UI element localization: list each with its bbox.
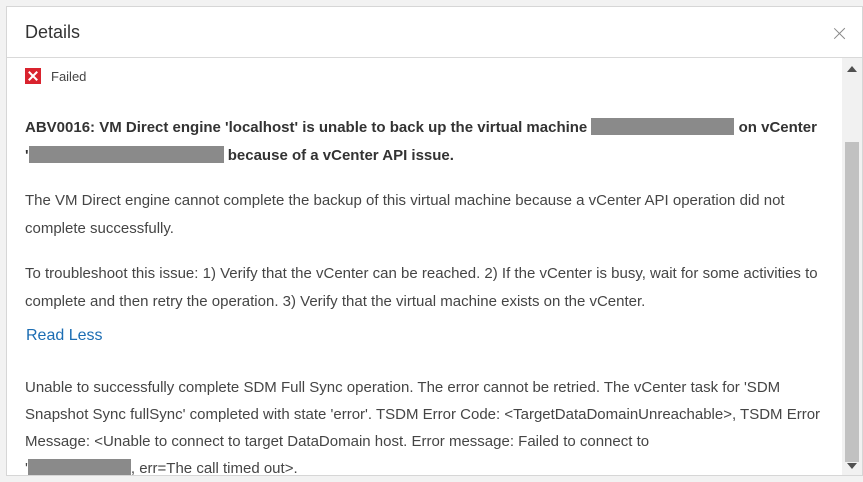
error-heading: ABV0016: VM Direct engine 'localhost' is… bbox=[25, 114, 835, 170]
redacted-vcenter-name bbox=[28, 146, 224, 163]
error-heading-text2: on vCenter bbox=[734, 119, 817, 136]
status-label: Failed bbox=[51, 68, 87, 84]
error-description: The VM Direct engine cannot complete the… bbox=[25, 192, 785, 237]
dialog-title: Details bbox=[25, 22, 81, 42]
error-details-tail: , err=The call timed out>. bbox=[130, 460, 298, 475]
error-details: Unable to successfully complete SDM Full… bbox=[25, 374, 830, 475]
error-details-text: Unable to successfully complete SDM Full… bbox=[25, 379, 821, 450]
dialog-header: Details bbox=[7, 7, 862, 58]
scroll-up-arrow-icon[interactable] bbox=[847, 66, 857, 72]
scrollbar-thumb[interactable] bbox=[845, 142, 859, 462]
redacted-host-name bbox=[27, 459, 131, 475]
close-icon[interactable] bbox=[834, 27, 846, 39]
error-heading-text1: ABV0016: VM Direct engine 'localhost' is… bbox=[25, 119, 588, 136]
vertical-scrollbar[interactable] bbox=[842, 58, 862, 475]
dialog-content: Failed ABV0016: VM Direct engine 'localh… bbox=[7, 58, 842, 475]
read-less-link[interactable]: Read Less bbox=[26, 327, 103, 345]
status-row: Failed bbox=[25, 68, 86, 84]
redacted-vm-name bbox=[591, 118, 735, 135]
troubleshoot-text: To troubleshoot this issue: 1) Verify th… bbox=[25, 265, 818, 310]
error-heading-line2: ' because of a vCenter API issue. bbox=[25, 142, 835, 170]
error-heading-text3: because of a vCenter API issue. bbox=[223, 147, 454, 164]
error-heading-line1: ABV0016: VM Direct engine 'localhost' is… bbox=[25, 114, 835, 142]
scroll-down-arrow-icon[interactable] bbox=[847, 463, 857, 469]
details-dialog: Details Failed ABV0016: VM Direct engine… bbox=[6, 6, 863, 476]
fail-icon bbox=[25, 68, 41, 84]
